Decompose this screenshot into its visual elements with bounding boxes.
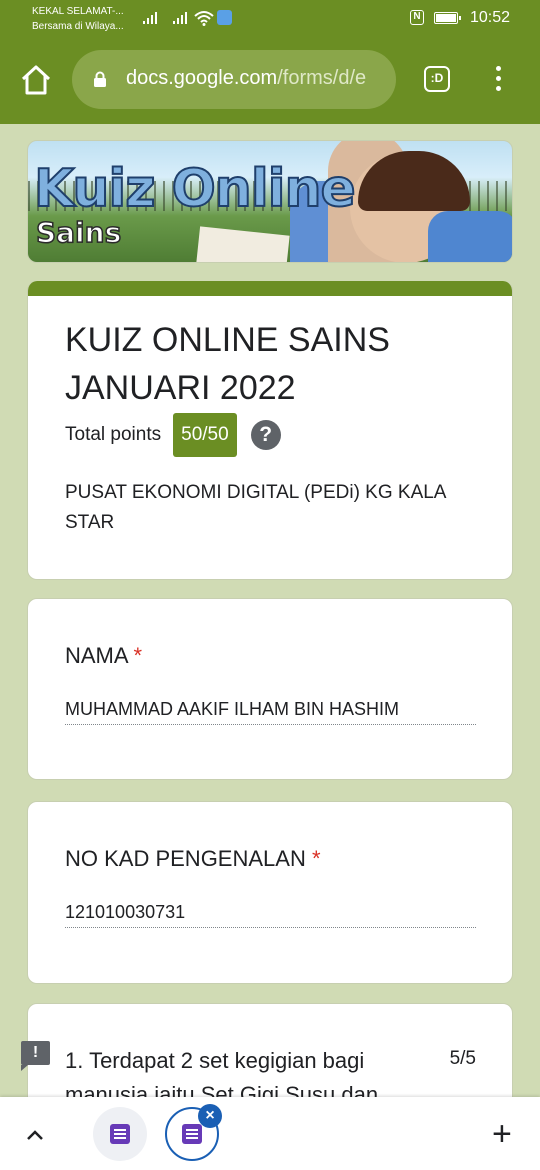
question-label-text: NAMA bbox=[65, 643, 128, 668]
carrier-line-2: Bersama di Wilaya... bbox=[32, 21, 124, 32]
tab-forms-1[interactable] bbox=[93, 1107, 147, 1161]
url-host: docs.google.com bbox=[126, 67, 278, 89]
signal-icon bbox=[143, 12, 157, 24]
url-path: /forms/d/e bbox=[277, 67, 367, 89]
battery-icon bbox=[434, 12, 461, 24]
bottom-tab-bar: × + bbox=[0, 1097, 540, 1170]
address-bar[interactable]: docs.google.com/forms/d/e bbox=[72, 50, 396, 109]
feedback-icon[interactable]: ! bbox=[21, 1041, 50, 1071]
required-asterisk: * bbox=[311, 846, 321, 871]
signal-icon bbox=[173, 12, 187, 24]
form-header-card: KUIZ ONLINE SAINS JANUARI 2022 Total poi… bbox=[27, 281, 513, 580]
more-vert-icon[interactable] bbox=[492, 66, 504, 96]
question-card-ic: NO KAD PENGENALAN * 121010030731 bbox=[27, 801, 513, 984]
tabs-icon[interactable]: :D bbox=[424, 66, 450, 92]
answer-text: 121010030731 bbox=[65, 902, 476, 928]
theme-strip bbox=[28, 281, 512, 296]
carrier-info: KEKAL SELAMAT-... Bersama di Wilaya... bbox=[32, 4, 124, 34]
form-description: PUSAT EKONOMI DIGITAL (PEDi) KG KALA STA… bbox=[65, 482, 446, 533]
help-icon[interactable]: ? bbox=[250, 420, 281, 450]
answer-text: MUHAMMAD AAKIF ILHAM BIN HASHIM bbox=[65, 699, 476, 725]
app-notification-icon bbox=[217, 10, 232, 25]
plus-icon[interactable]: + bbox=[492, 1117, 512, 1151]
clock: 10:52 bbox=[469, 9, 510, 26]
form-title: KUIZ ONLINE SAINS JANUARI 2022 bbox=[65, 321, 390, 407]
browser-toolbar: docs.google.com/forms/d/e :D bbox=[0, 36, 540, 124]
status-bar: KEKAL SELAMAT-... Bersama di Wilaya... N… bbox=[0, 0, 540, 36]
question-card-nama: NAMA * MUHAMMAD AAKIF ILHAM BIN HASHIM bbox=[27, 598, 513, 780]
banner-title: Kuiz Online bbox=[33, 159, 357, 219]
close-icon[interactable]: × bbox=[198, 1104, 222, 1128]
forms-tab-icon bbox=[182, 1124, 202, 1144]
total-points-row: Total points 50/50 ? bbox=[65, 412, 281, 458]
nfc-icon: N bbox=[410, 10, 424, 25]
question-label: NAMA * bbox=[65, 643, 142, 669]
form-banner-image: Kuiz Online Sains bbox=[27, 140, 513, 263]
question-label: NO KAD PENGENALAN * bbox=[65, 846, 321, 872]
score-badge: 50/50 bbox=[173, 413, 237, 457]
forms-tab-icon bbox=[110, 1124, 130, 1144]
lock-icon bbox=[94, 71, 106, 87]
total-points-label: Total points bbox=[65, 424, 162, 445]
chevron-up-icon[interactable] bbox=[24, 1124, 46, 1146]
url-text: docs.google.com/forms/d/e bbox=[126, 67, 366, 90]
question-label-text: NO KAD PENGENALAN bbox=[65, 846, 306, 871]
banner-subtitle: Sains bbox=[35, 216, 122, 249]
wifi-icon bbox=[194, 11, 214, 26]
required-asterisk: * bbox=[133, 643, 143, 668]
home-icon[interactable] bbox=[18, 62, 54, 98]
carrier-line-1: KEKAL SELAMAT-... bbox=[32, 6, 124, 17]
question-score: 5/5 bbox=[449, 1048, 476, 1069]
